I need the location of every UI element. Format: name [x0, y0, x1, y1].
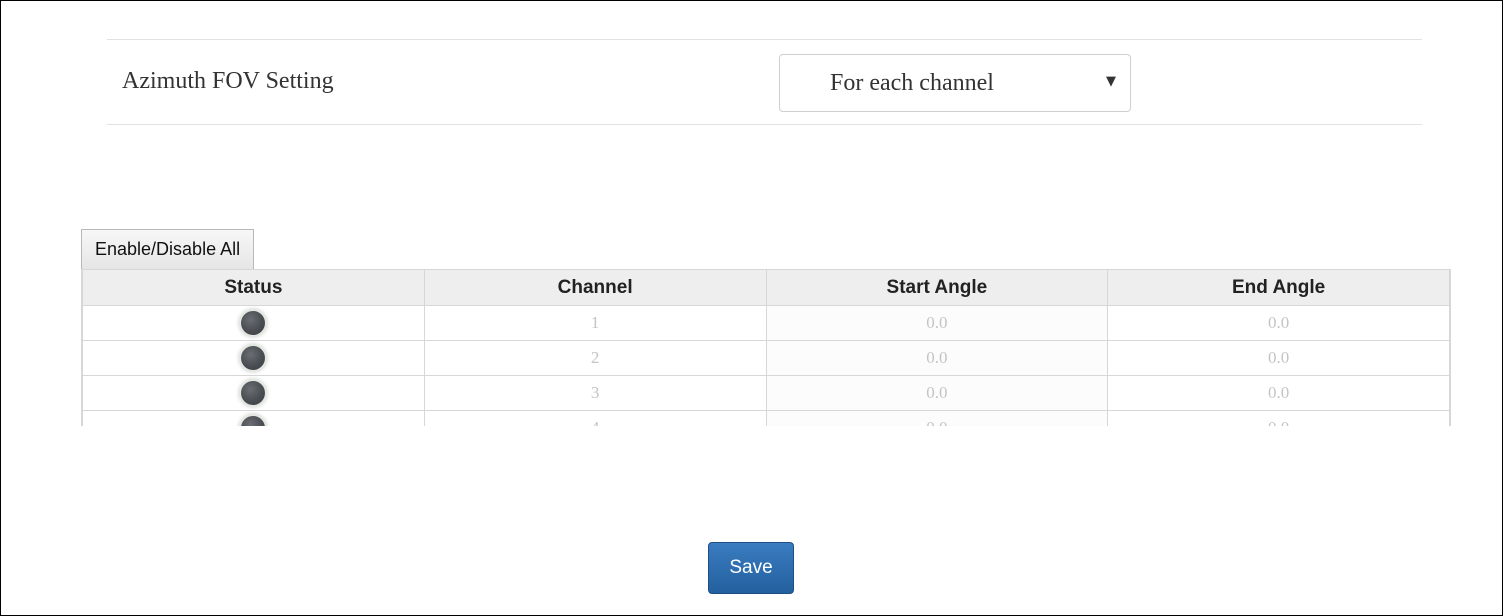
channel-table-scroll[interactable]: Status Channel Start Angle End Angle 1 0…	[81, 269, 1451, 426]
channel-cell: 4	[423, 410, 767, 426]
channel-table: Status Channel Start Angle End Angle 1 0…	[82, 269, 1450, 426]
start-angle-cell[interactable]: 0.0	[765, 375, 1109, 411]
channel-cell: 2	[423, 340, 767, 376]
status-cell	[82, 305, 425, 341]
start-angle-cell[interactable]: 0.0	[765, 340, 1109, 376]
end-angle-cell[interactable]: 0.0	[1107, 305, 1450, 341]
status-indicator-icon[interactable]	[241, 346, 266, 370]
start-angle-cell[interactable]: 0.0	[765, 305, 1109, 341]
channel-cell: 1	[423, 305, 767, 341]
start-angle-cell[interactable]: 0.0	[765, 410, 1109, 426]
status-cell	[82, 410, 425, 426]
header-end-angle: End Angle	[1107, 269, 1450, 306]
status-cell	[82, 340, 425, 376]
table-header-row: Status Channel Start Angle End Angle	[82, 269, 1450, 306]
fov-setting-row: Azimuth FOV Setting For each channel ▼	[107, 39, 1422, 125]
table-row: 3 0.0 0.0	[82, 375, 1450, 411]
fov-mode-selected-value: For each channel	[830, 70, 994, 96]
table-row: 2 0.0 0.0	[82, 340, 1450, 376]
header-channel: Channel	[423, 269, 767, 306]
fov-setting-label: Azimuth FOV Setting	[122, 68, 334, 94]
status-cell	[82, 375, 425, 411]
status-indicator-icon[interactable]	[241, 311, 266, 335]
fov-mode-select[interactable]: For each channel ▼	[779, 54, 1131, 112]
table-row: 1 0.0 0.0	[82, 305, 1450, 341]
status-indicator-icon[interactable]	[241, 416, 266, 426]
channel-cell: 3	[423, 375, 767, 411]
end-angle-cell[interactable]: 0.0	[1107, 410, 1450, 426]
end-angle-cell[interactable]: 0.0	[1107, 375, 1450, 411]
save-button[interactable]: Save	[708, 542, 794, 594]
end-angle-cell[interactable]: 0.0	[1107, 340, 1450, 376]
enable-disable-all-button[interactable]: Enable/Disable All	[81, 229, 255, 269]
header-status: Status	[82, 269, 425, 306]
triangle-down-icon: ▼	[1106, 74, 1116, 89]
status-indicator-icon[interactable]	[241, 381, 266, 405]
page-frame: Azimuth FOV Setting For each channel ▼ E…	[0, 0, 1503, 616]
table-row: 4 0.0 0.0	[82, 410, 1450, 426]
header-start-angle: Start Angle	[765, 269, 1109, 306]
